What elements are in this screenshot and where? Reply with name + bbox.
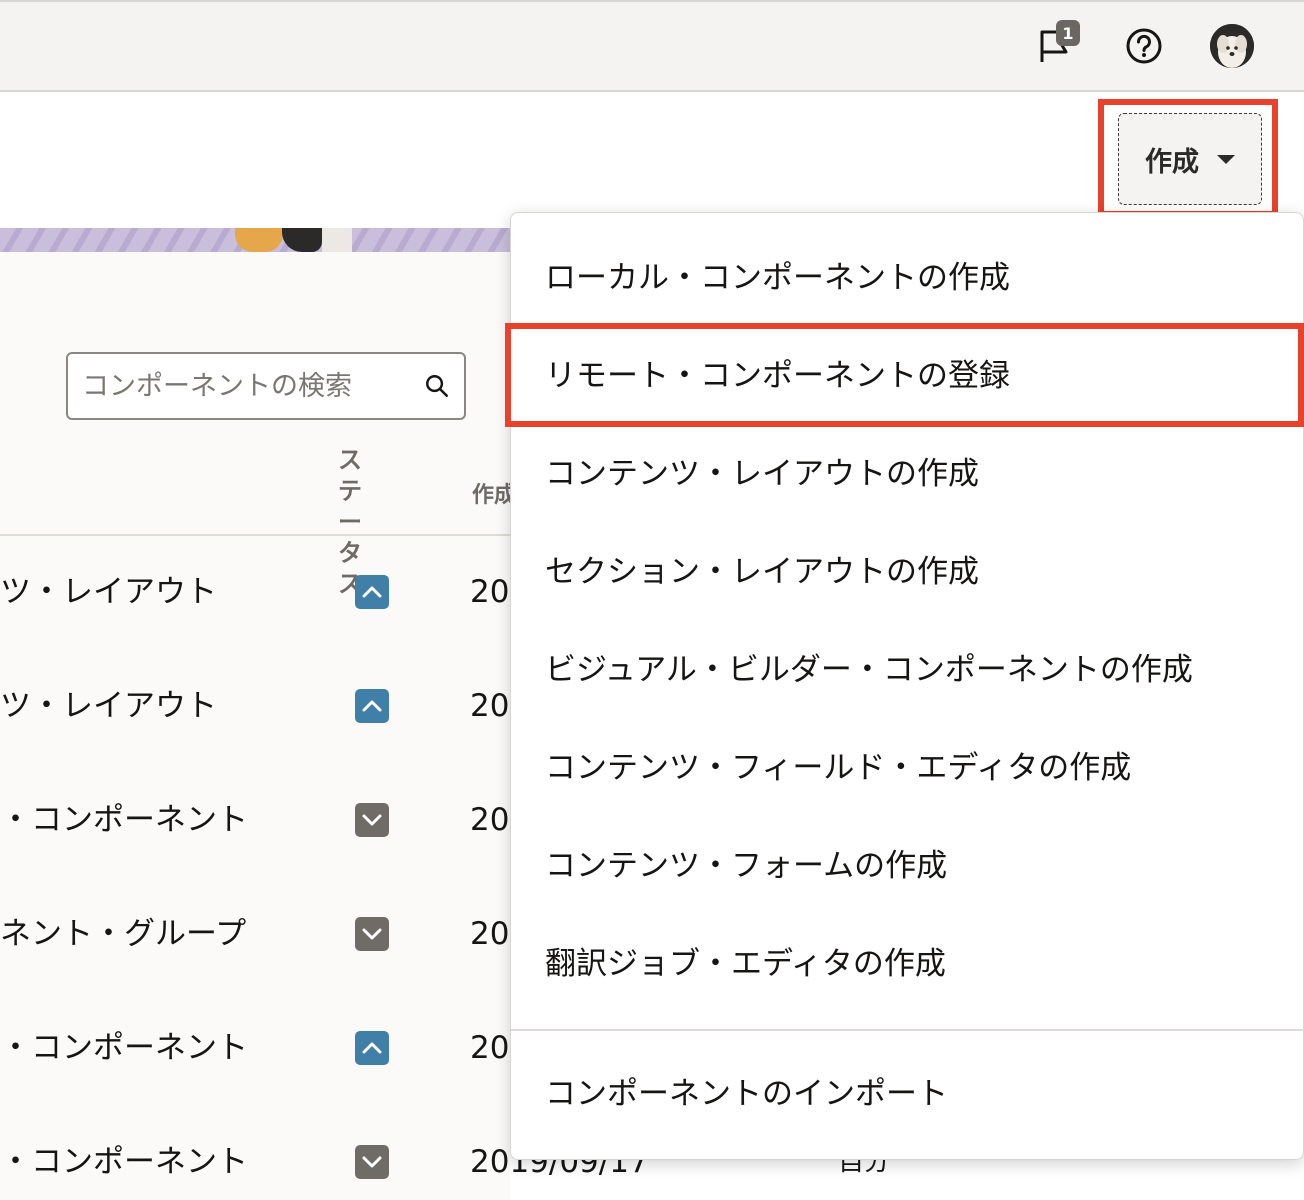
menu-item-create-translation-job-editor[interactable]: 翻訳ジョブ・エディタの作成 [511,915,1304,1013]
chevron-up-icon[interactable] [355,575,389,609]
menu-item-create-local-component[interactable]: ローカル・コンポーネントの作成 [511,229,1304,327]
search-box [66,352,466,420]
row-name[interactable]: ネント・グループ [0,904,246,964]
row-date: 20 [470,574,510,610]
row-name[interactable]: ・コンポーネント [0,790,248,850]
create-dropdown-menu: ローカル・コンポーネントの作成 リモート・コンポーネントの登録 コンテンツ・レイ… [510,212,1304,1160]
menu-item-create-content-form[interactable]: コンテンツ・フォームの作成 [511,817,1304,915]
row-date: 20 [470,688,510,724]
row-date: 20 [470,1030,510,1066]
menu-divider [511,1029,1304,1031]
decorative-banner [0,228,510,252]
create-button[interactable]: 作成 [1118,113,1262,205]
row-name[interactable]: ツ・レイアウト [0,676,217,736]
menu-item-create-visual-builder-component[interactable]: ビジュアル・ビルダー・コンポーネントの作成 [511,621,1304,719]
chevron-up-icon[interactable] [355,689,389,723]
user-avatar[interactable] [1210,24,1254,68]
row-name[interactable]: ・コンポーネント [0,1132,248,1192]
caret-down-icon [1217,154,1235,164]
chevron-down-icon[interactable] [355,803,389,837]
search-icon[interactable] [424,370,450,402]
menu-item-create-content-layout[interactable]: コンテンツ・レイアウトの作成 [511,425,1304,523]
question-circle-icon [1126,28,1162,64]
help-icon[interactable] [1122,24,1166,68]
create-button-label: 作成 [1145,146,1199,178]
chevron-down-icon[interactable] [355,917,389,951]
row-date: 20 [470,802,510,838]
notifications-flag-icon[interactable]: 1 [1034,20,1080,68]
row-name[interactable]: ・コンポーネント [0,1018,248,1078]
chevron-up-icon[interactable] [355,1031,389,1065]
menu-item-register-remote-component[interactable]: リモート・コンポーネントの登録 [511,327,1304,425]
search-input[interactable] [82,370,424,402]
menu-item-import-component[interactable]: コンポーネントのインポート [511,1045,1304,1143]
menu-item-create-section-layout[interactable]: セクション・レイアウトの作成 [511,523,1304,621]
row-name[interactable]: ツ・レイアウト [0,562,217,622]
notification-badge: 1 [1056,20,1080,46]
row-date: 20 [470,916,510,952]
header-divider [0,534,510,536]
chevron-down-icon[interactable] [355,1145,389,1179]
top-bar: 1 [0,0,1304,92]
avatar-dog-icon [1210,24,1254,68]
menu-item-create-content-field-editor[interactable]: コンテンツ・フィールド・エディタの作成 [511,719,1304,817]
